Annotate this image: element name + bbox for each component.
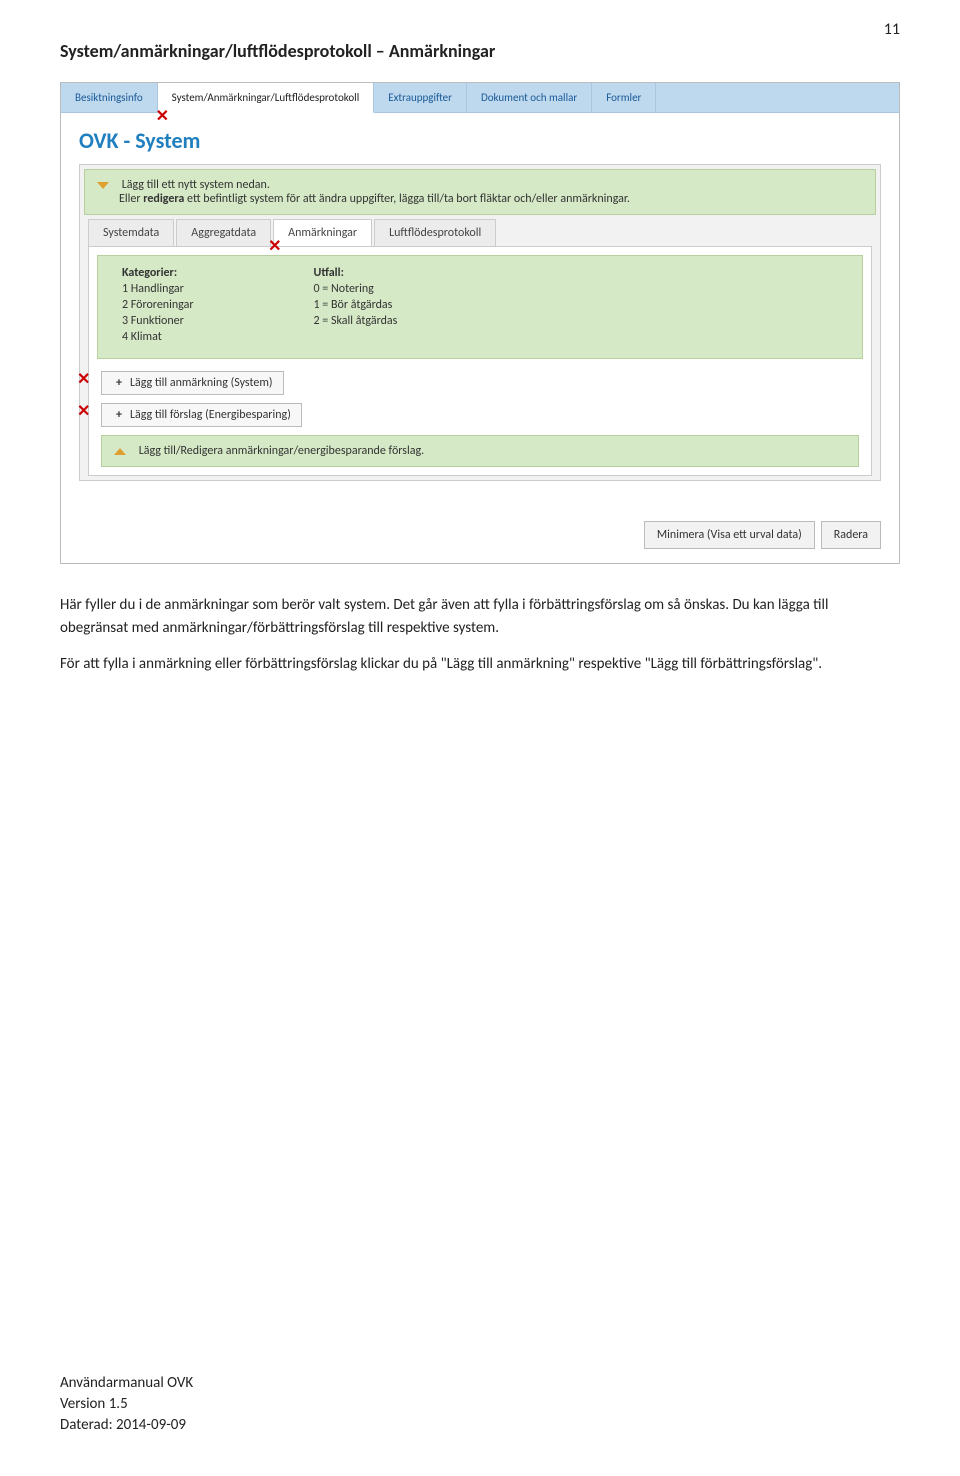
tab-besiktningsinfo[interactable]: Besiktningsinfo: [61, 83, 158, 112]
add-energy-row: ✕ +Lägg till förslag (Energibesparing): [93, 399, 867, 431]
chevron-up-icon: [114, 448, 126, 455]
hint2-prefix: Eller: [119, 192, 143, 206]
delete-button[interactable]: Radera: [821, 521, 881, 549]
add-anmarkning-system-button[interactable]: + Lägg till anmärkning (System): [101, 371, 284, 395]
cat-2: 2 Föroreningar: [122, 298, 194, 312]
hint2-suffix: ett befintligt system för att ändra uppg…: [184, 192, 630, 206]
cat-4: 4 Klimat: [122, 330, 194, 344]
utfall-title: Utfall:: [314, 266, 344, 280]
paragraph-1: Här fyller du i de anmärkningar som berö…: [60, 594, 900, 639]
bottom-hint-band: Lägg till/Redigera anmärkningar/energibe…: [101, 435, 859, 467]
close-icon: ✕: [77, 369, 90, 389]
tab-system-label: System/Anmärkningar/Luftflödesprotokoll: [172, 91, 360, 104]
cat-3: 3 Funktioner: [122, 314, 194, 328]
tab-anmarkningar[interactable]: Anmärkningar ✕: [273, 219, 372, 246]
hint-line1: Lägg till ett nytt system nedan.: [122, 178, 270, 192]
close-icon: ✕: [268, 236, 281, 256]
footer-version: Version 1.5: [60, 1394, 193, 1415]
section-title: System/anmärkningar/luftflödesprotokoll …: [60, 40, 900, 62]
categories-title: Kategorier:: [122, 266, 177, 280]
top-hint-band: Lägg till ett nytt system nedan. Eller r…: [84, 169, 876, 215]
tab-luftflodesprotokoll[interactable]: Luftflödesprotokoll: [374, 219, 496, 246]
tab-aggregatdata[interactable]: Aggregatdata: [176, 219, 271, 246]
paragraph-2: För att fylla i anmärkning eller förbätt…: [60, 653, 900, 676]
inner-tabstrip: Systemdata Aggregatdata Anmärkningar ✕ L…: [88, 219, 872, 246]
tab-formler[interactable]: Formler: [592, 83, 656, 112]
hint2-bold: redigera: [143, 192, 184, 206]
hint-line2: Eller redigera ett befintligt system för…: [119, 192, 630, 206]
plus-icon: +: [112, 408, 126, 422]
app-screenshot: Besiktningsinfo System/Anmärkningar/Luft…: [60, 82, 900, 564]
add-system-label: Lägg till anmärkning (System): [130, 376, 273, 390]
page-number: 11: [884, 20, 900, 39]
anmarkningar-content: Kategorier: 1 Handlingar 2 Föroreningar …: [88, 246, 872, 476]
close-icon: ✕: [156, 106, 169, 126]
tab-dokument-mallar[interactable]: Dokument och mallar: [467, 83, 592, 112]
minimize-button[interactable]: Minimera (Visa ett urval data): [644, 521, 815, 549]
add-energy-label: Lägg till förslag (Energibesparing): [130, 408, 291, 422]
system-panel: Lägg till ett nytt system nedan. Eller r…: [79, 164, 881, 481]
utfall-column: Utfall: 0 = Notering 1 = Bör åtgärdas 2 …: [314, 266, 398, 344]
tab-system-anmarkningar[interactable]: System/Anmärkningar/Luftflödesprotokoll …: [158, 83, 375, 113]
utfall-2: 2 = Skall åtgärdas: [314, 314, 398, 328]
tab-anmarkningar-label: Anmärkningar: [288, 226, 357, 240]
tab-systemdata[interactable]: Systemdata: [88, 219, 174, 246]
page-footer: Användarmanual OVK Version 1.5 Daterad: …: [60, 1373, 193, 1436]
cat-1: 1 Handlingar: [122, 282, 194, 296]
plus-icon: +: [112, 376, 126, 390]
categories-box: Kategorier: 1 Handlingar 2 Föroreningar …: [97, 255, 863, 359]
footer-title: Användarmanual OVK: [60, 1373, 193, 1394]
chevron-down-icon: [97, 182, 109, 189]
utfall-0: 0 = Notering: [314, 282, 398, 296]
outer-tabstrip: Besiktningsinfo System/Anmärkningar/Luft…: [61, 83, 899, 113]
categories-column: Kategorier: 1 Handlingar 2 Föroreningar …: [122, 266, 194, 344]
utfall-1: 1 = Bör åtgärdas: [314, 298, 398, 312]
bottom-button-row: Minimera (Visa ett urval data) Radera: [61, 511, 899, 563]
add-system-row: ✕ +Lägg till anmärkning (System): [93, 367, 867, 399]
close-icon: ✕: [77, 401, 90, 421]
bottom-hint-text: Lägg till/Redigera anmärkningar/energibe…: [139, 444, 424, 458]
ovk-system-heading: OVK - System: [61, 113, 899, 164]
footer-date: Daterad: 2014-09-09: [60, 1415, 193, 1436]
add-forslag-energi-button[interactable]: + Lägg till förslag (Energibesparing): [101, 403, 302, 427]
tab-extrauppgifter[interactable]: Extrauppgifter: [374, 83, 467, 112]
